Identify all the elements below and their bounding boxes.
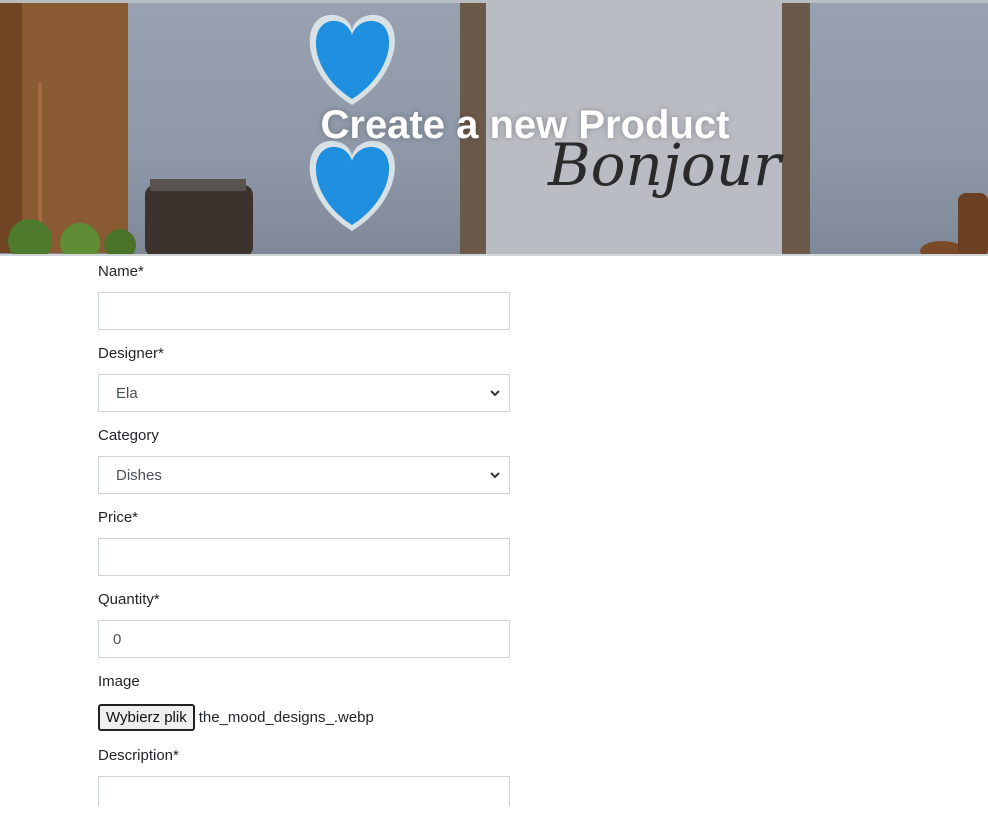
image-label: Image [98,673,140,690]
designer-select[interactable]: Ela [98,374,510,412]
page-title: Create a new Product [320,103,730,147]
hero-banner: Bonjour Create a new Product [0,0,988,256]
designer-selected-value: Ela [116,384,138,402]
category-selected-value: Dishes [116,466,162,484]
price-input[interactable] [98,538,510,576]
name-label: Name* [98,263,144,280]
name-group: Name* [98,262,510,330]
choose-file-button[interactable]: Wybierz plik [98,703,195,731]
category-select[interactable]: Dishes [98,456,510,494]
designer-label: Designer* [98,345,164,362]
description-textarea[interactable] [98,776,510,806]
chevron-down-icon [490,390,500,397]
price-group: Price* [98,508,510,576]
selected-file-name: the_mood_designs_.webp [198,708,374,726]
name-input[interactable] [98,292,510,330]
image-group: Image Wybierz plik the_mood_designs_.web… [98,672,510,732]
description-label: Description* [98,747,179,764]
quantity-input[interactable]: 0 [98,620,510,658]
product-form: Name* Designer* Ela Category Dishes Pric… [98,262,510,820]
price-label: Price* [98,509,139,526]
category-group: Category Dishes [98,426,510,494]
quantity-label: Quantity* [98,591,160,608]
chevron-down-icon [490,472,500,479]
image-file-input[interactable]: Wybierz plik the_mood_designs_.webp [98,702,510,732]
description-group: Description* [98,746,510,806]
designer-group: Designer* Ela [98,344,510,412]
category-label: Category [98,427,159,444]
quantity-group: Quantity* 0 [98,590,510,658]
